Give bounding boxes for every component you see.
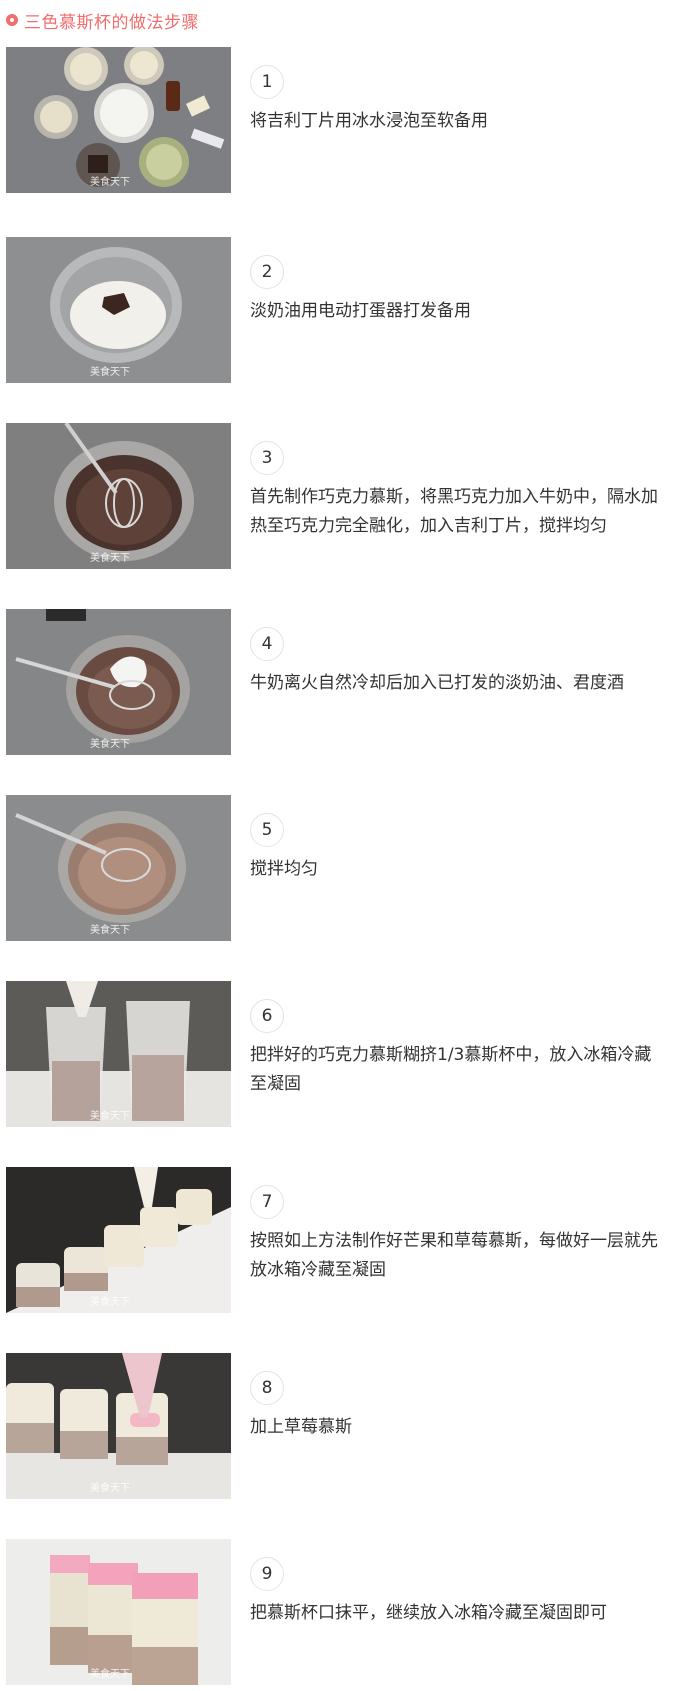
- watermark: 美食天下: [90, 1297, 130, 1308]
- step-number: 1: [250, 65, 284, 99]
- step-item: 美食天下 7 按照如上方法制作好芒果和草莓慕斯，每做好一层就先放冰箱冷藏至凝固: [6, 1167, 666, 1317]
- watermark: 美食天下: [90, 553, 130, 564]
- step-number: 4: [250, 627, 284, 661]
- step-photo[interactable]: 美食天下: [6, 795, 231, 941]
- recipe-steps-page: 三色慕斯杯的做法步骤 美食天下 1 将吉利丁片用冰水浸泡至软备用 美食天下 2 …: [0, 0, 687, 1691]
- step-number: 6: [250, 999, 284, 1033]
- step-number: 5: [250, 813, 284, 847]
- step-item: 美食天下 5 搅拌均匀: [6, 795, 666, 945]
- step-number: 2: [250, 255, 284, 289]
- step-description: 把拌好的巧克力慕斯糊挤1/3慕斯杯中，放入冰箱冷藏至凝固: [250, 1045, 652, 1094]
- step-item: 美食天下 2 淡奶油用电动打蛋器打发备用: [6, 237, 666, 387]
- step-photo[interactable]: 美食天下: [6, 423, 231, 569]
- step-item: 美食天下 3 首先制作巧克力慕斯，将黑巧克力加入牛奶中，隔水加热至巧克力完全融化…: [6, 423, 666, 573]
- step-description: 把慕斯杯口抹平，继续放入冰箱冷藏至凝固即可: [250, 1603, 607, 1623]
- step-photo[interactable]: 美食天下: [6, 237, 231, 383]
- watermark: 美食天下: [90, 739, 130, 750]
- step-description: 将吉利丁片用冰水浸泡至软备用: [250, 111, 488, 131]
- step-item: 美食天下 9 把慕斯杯口抹平，继续放入冰箱冷藏至凝固即可: [6, 1539, 666, 1689]
- step-number: 8: [250, 1371, 284, 1405]
- step-description: 搅拌均匀: [250, 859, 318, 879]
- step-number: 7: [250, 1185, 284, 1219]
- ring-icon: [6, 14, 18, 26]
- step-description: 淡奶油用电动打蛋器打发备用: [250, 301, 471, 321]
- watermark: 美食天下: [90, 925, 130, 936]
- step-photo[interactable]: 美食天下: [6, 981, 231, 1127]
- watermark: 美食天下: [90, 1483, 130, 1494]
- step-photo[interactable]: 美食天下: [6, 1353, 231, 1499]
- step-number: 9: [250, 1557, 284, 1591]
- step-item: 美食天下 6 把拌好的巧克力慕斯糊挤1/3慕斯杯中，放入冰箱冷藏至凝固: [6, 981, 666, 1131]
- section-title: 三色慕斯杯的做法步骤: [24, 12, 199, 33]
- step-photo[interactable]: 美食天下: [6, 47, 231, 193]
- step-description: 首先制作巧克力慕斯，将黑巧克力加入牛奶中，隔水加热至巧克力完全融化，加入吉利丁片…: [250, 487, 658, 536]
- watermark: 美食天下: [90, 367, 130, 378]
- watermark: 美食天下: [90, 177, 130, 188]
- step-item: 美食天下 4 牛奶离火自然冷却后加入已打发的淡奶油、君度酒: [6, 609, 666, 759]
- step-description: 加上草莓慕斯: [250, 1417, 352, 1437]
- watermark: 美食天下: [90, 1111, 130, 1122]
- step-number: 3: [250, 441, 284, 475]
- section-header: 三色慕斯杯的做法步骤: [6, 6, 199, 34]
- step-item: 美食天下 8 加上草莓慕斯: [6, 1353, 666, 1503]
- step-photo[interactable]: 美食天下: [6, 1539, 231, 1685]
- step-photo[interactable]: 美食天下: [6, 1167, 231, 1313]
- step-description: 牛奶离火自然冷却后加入已打发的淡奶油、君度酒: [250, 673, 624, 693]
- watermark: 美食天下: [90, 1669, 130, 1680]
- step-description: 按照如上方法制作好芒果和草莓慕斯，每做好一层就先放冰箱冷藏至凝固: [250, 1231, 658, 1280]
- step-photo[interactable]: 美食天下: [6, 609, 231, 755]
- step-item: 美食天下 1 将吉利丁片用冰水浸泡至软备用: [6, 47, 666, 197]
